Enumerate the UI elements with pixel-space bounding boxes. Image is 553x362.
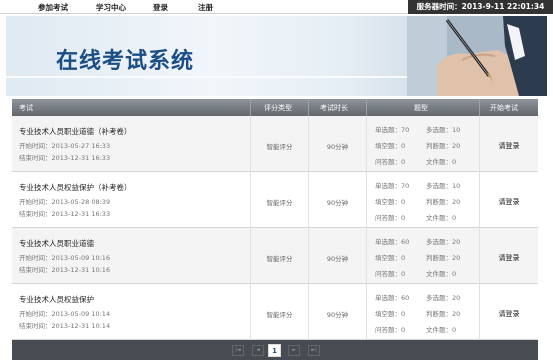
- next-page-button[interactable]: ►: [288, 345, 300, 356]
- col-exam: 考试: [19, 104, 33, 112]
- exam-end-time: 结束时间：2013-12-31 10:16: [19, 266, 111, 274]
- banner-title: 在线考试系统: [56, 49, 195, 74]
- current-page[interactable]: 1: [268, 344, 281, 357]
- server-time: 服务器时间：2013-9-11 22:01:34: [408, 0, 553, 14]
- last-page-button[interactable]: ►|: [308, 345, 320, 356]
- login-to-start-button[interactable]: 请登录: [480, 253, 538, 263]
- exam-start-time: 开始时间：2013-05-09 10:14: [19, 310, 111, 318]
- banner: 在线考试系统: [6, 16, 547, 96]
- nav-login[interactable]: 登录: [153, 2, 168, 13]
- type-fill: 填空题：0: [375, 142, 406, 150]
- nav-register[interactable]: 注册: [198, 2, 213, 13]
- scoring-type: 智能评分: [266, 143, 293, 151]
- exam-title: 专业技术人员权益保护: [19, 295, 94, 304]
- exam-duration: 90分钟: [326, 311, 349, 319]
- top-nav: 参加考试 学习中心 登录 注册 服务器时间：2013-9-11 22:01:34: [0, 0, 553, 14]
- type-single: 单选题：70: [375, 126, 410, 134]
- col-duration: 考试时长: [320, 104, 348, 112]
- nav-take-exam[interactable]: 参加考试: [38, 2, 68, 13]
- table-header: 考试 评分类型 考试时长 题型 开始考试: [12, 99, 538, 116]
- type-multi: 多选题：20: [426, 238, 461, 246]
- table-row: 专业技术人员职业道德（补考卷） 开始时间：2013-05-27 16:33 结束…: [12, 116, 538, 172]
- type-file: 文件题：0: [426, 158, 457, 166]
- type-multi: 多选题：10: [426, 126, 461, 134]
- type-qa: 问答题：0: [375, 214, 406, 222]
- table-row: 专业技术人员职业道德 开始时间：2013-05-09 10:16 结束时间：20…: [12, 228, 538, 284]
- exam-table: 考试 评分类型 考试时长 题型 开始考试 专业技术人员职业道德（补考卷） 开始时…: [12, 99, 538, 340]
- login-to-start-button[interactable]: 请登录: [480, 309, 538, 319]
- pen-hand-image: [407, 16, 547, 96]
- scoring-type: 智能评分: [266, 255, 293, 263]
- scoring-type: 智能评分: [266, 311, 293, 319]
- exam-start-time: 开始时间：2013-05-09 10:16: [19, 254, 111, 262]
- type-qa: 问答题：0: [375, 270, 406, 278]
- table-row: 专业技术人员权益保护（补考卷） 开始时间：2013-05-28 08:39 结束…: [12, 172, 538, 228]
- nav-study-center[interactable]: 学习中心: [96, 2, 126, 13]
- type-judge: 判断题：20: [426, 198, 461, 206]
- type-file: 文件题：0: [426, 326, 457, 334]
- type-multi: 多选题：20: [426, 294, 461, 302]
- table-row: 专业技术人员权益保护 开始时间：2013-05-09 10:14 结束时间：20…: [12, 284, 538, 340]
- type-single: 单选题：70: [375, 182, 410, 190]
- type-judge: 判断题：20: [426, 310, 461, 318]
- type-judge: 判断题：20: [426, 254, 461, 262]
- type-judge: 判断题：20: [426, 142, 461, 150]
- exam-duration: 90分钟: [326, 255, 349, 263]
- exam-title: 专业技术人员职业道德: [19, 239, 94, 248]
- exam-start-time: 开始时间：2013-05-27 16:33: [19, 142, 111, 150]
- exam-end-time: 结束时间：2013-12-31 10:14: [19, 322, 111, 330]
- col-scoring: 评分类型: [264, 104, 292, 112]
- exam-end-time: 结束时间：2013-12-31 16:33: [19, 210, 111, 218]
- type-file: 文件题：0: [426, 214, 457, 222]
- scoring-type: 智能评分: [266, 199, 293, 207]
- exam-title: 专业技术人员职业道德（补考卷）: [19, 127, 132, 136]
- prev-page-button[interactable]: ◄: [252, 345, 264, 356]
- login-to-start-button[interactable]: 请登录: [480, 141, 538, 151]
- exam-title: 专业技术人员权益保护（补考卷）: [19, 183, 132, 192]
- type-fill: 填空题：0: [375, 198, 406, 206]
- col-types: 题型: [414, 104, 428, 112]
- type-file: 文件题：0: [426, 270, 457, 278]
- pagination-bar: |◄ ◄ 1 ► ►|: [12, 340, 538, 360]
- type-qa: 问答题：0: [375, 158, 406, 166]
- exam-duration: 90分钟: [326, 143, 349, 151]
- type-single: 单选题：60: [375, 238, 410, 246]
- type-single: 单选题：60: [375, 294, 410, 302]
- login-to-start-button[interactable]: 请登录: [480, 197, 538, 207]
- type-qa: 问答题：0: [375, 326, 406, 334]
- first-page-button[interactable]: |◄: [232, 345, 244, 356]
- type-multi: 多选题：10: [426, 182, 461, 190]
- exam-start-time: 开始时间：2013-05-28 08:39: [19, 198, 111, 206]
- type-fill: 填空题：0: [375, 310, 406, 318]
- col-start: 开始考试: [490, 104, 518, 112]
- exam-end-time: 结束时间：2013-12-31 16:33: [19, 154, 111, 162]
- exam-duration: 90分钟: [326, 199, 349, 207]
- type-fill: 填空题：0: [375, 254, 406, 262]
